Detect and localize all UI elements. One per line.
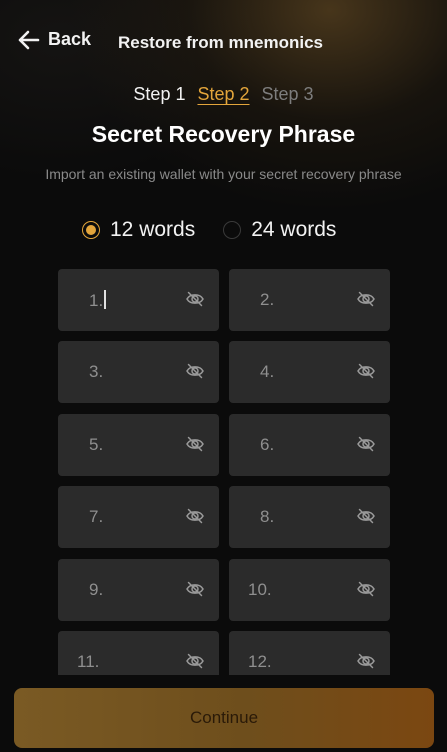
eye-slash-icon[interactable] (185, 361, 205, 381)
step-indicator: Step 1 Step 2 Step 3 (0, 84, 447, 105)
word-field[interactable]: 2. (229, 269, 390, 331)
word-input-5[interactable] (118, 428, 182, 464)
word-input-4[interactable] (289, 355, 353, 391)
eye-slash-icon[interactable] (185, 651, 205, 671)
word-field[interactable]: 8. (229, 486, 390, 548)
back-button[interactable]: Back (18, 29, 91, 50)
step-1: Step 1 (133, 84, 186, 104)
word-input-2[interactable] (289, 283, 353, 319)
page-title: Restore from mnemonics (118, 33, 323, 52)
word-field[interactable]: 3. (58, 341, 219, 403)
word-field[interactable]: 9. (58, 559, 219, 621)
radio-12-words[interactable]: 12 words (82, 218, 195, 242)
word-field[interactable]: 6. (229, 414, 390, 476)
word-count-selector: 12 words 24 words (82, 218, 364, 242)
radio-unselected-icon (223, 221, 242, 239)
eye-slash-icon[interactable] (185, 579, 205, 599)
step-3: Step 3 (261, 84, 314, 104)
word-field[interactable]: 1. (58, 269, 219, 331)
word-input-10[interactable] (289, 573, 353, 609)
word-input-12[interactable] (289, 645, 353, 675)
word-number: 1. (89, 291, 104, 310)
continue-label: Continue (189, 708, 259, 727)
eye-slash-icon[interactable] (356, 434, 376, 454)
word-input-11[interactable] (118, 645, 182, 675)
word-number: 12. (248, 652, 272, 671)
word-number: 10. (248, 580, 272, 599)
eye-slash-icon[interactable] (356, 579, 376, 599)
eye-slash-icon[interactable] (356, 506, 376, 526)
word-number: 2. (260, 290, 275, 309)
word-input-8[interactable] (289, 500, 353, 536)
eye-slash-icon[interactable] (356, 361, 376, 381)
radio-label-24: 24 words (251, 218, 337, 241)
word-field[interactable]: 12. (229, 631, 390, 675)
word-number: 11. (77, 652, 100, 671)
word-field[interactable]: 7. (58, 486, 219, 548)
word-number: 3. (89, 362, 104, 381)
radio-24-words[interactable]: 24 words (223, 218, 336, 242)
word-field[interactable]: 11. (58, 631, 219, 675)
section-subtitle: Import an existing wallet with your secr… (45, 166, 402, 182)
radio-label-12: 12 words (110, 218, 196, 241)
back-label: Back (48, 29, 92, 49)
eye-slash-icon[interactable] (356, 651, 376, 671)
continue-button[interactable]: Continue (14, 688, 434, 748)
radio-selected-icon (82, 221, 100, 239)
eye-slash-icon[interactable] (356, 289, 376, 309)
word-number: 6. (260, 435, 275, 454)
header: Back Restore from mnemonics (0, 26, 447, 60)
word-field[interactable]: 4. (229, 341, 390, 403)
word-number: 4. (260, 362, 275, 381)
section-title: Secret Recovery Phrase (91, 121, 356, 147)
word-number: 5. (89, 435, 104, 454)
word-input-3[interactable] (118, 355, 182, 391)
word-field[interactable]: 10. (229, 559, 390, 621)
eye-slash-icon[interactable] (185, 434, 205, 454)
word-input-9[interactable] (118, 573, 182, 609)
text-caret (104, 290, 106, 309)
word-input-6[interactable] (289, 428, 353, 464)
eye-slash-icon[interactable] (185, 506, 205, 526)
word-field[interactable]: 5. (58, 414, 219, 476)
mnemonic-grid: 1. 2. 3. 4. 5. 6. 7. 8. 9. 10. 11. 12. (58, 269, 390, 675)
word-number: 9. (89, 580, 104, 599)
arrow-left-icon (18, 30, 40, 50)
word-input-7[interactable] (118, 500, 182, 536)
word-number: 7. (89, 507, 104, 526)
word-number: 8. (260, 507, 275, 526)
step-2: Step 2 (197, 84, 250, 104)
eye-slash-icon[interactable] (185, 289, 205, 309)
word-input-1[interactable] (118, 283, 182, 319)
